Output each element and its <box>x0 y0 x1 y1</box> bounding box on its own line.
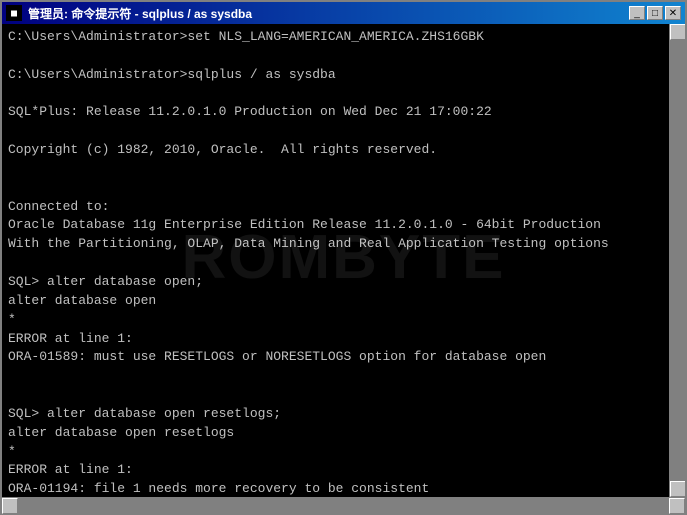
close-button[interactable]: ✕ <box>665 6 681 20</box>
horizontal-scrollbar[interactable]: ◄ ► <box>2 497 685 513</box>
console-line: Copyright (c) 1982, 2010, Oracle. All ri… <box>8 141 679 160</box>
console-line: alter database open <box>8 292 679 311</box>
minimize-button[interactable]: _ <box>629 6 645 20</box>
scroll-track-h[interactable] <box>18 498 669 513</box>
scroll-down-button[interactable]: ▼ <box>670 481 685 497</box>
console-area[interactable]: ROMBYTE C:\Users\Administrator>set NLS_L… <box>2 24 685 497</box>
console-line <box>8 47 679 66</box>
console-line: SQL> alter database open resetlogs; <box>8 405 679 424</box>
console-line: * <box>8 311 679 330</box>
window-title: 管理员: 命令提示符 - sqlplus / as sysdba <box>28 5 252 22</box>
console-line: C:\Users\Administrator>sqlplus / as sysd… <box>8 66 679 85</box>
console-line <box>8 367 679 386</box>
console-line: ERROR at line 1: <box>8 330 679 349</box>
console-line: SQL*Plus: Release 11.2.0.1.0 Production … <box>8 103 679 122</box>
console-line: SQL> alter database open; <box>8 273 679 292</box>
console-line <box>8 386 679 405</box>
window-icon: ■ <box>6 5 22 21</box>
console-line: Oracle Database 11g Enterprise Edition R… <box>8 216 679 235</box>
scroll-track-v[interactable] <box>670 40 685 481</box>
main-window: ■ 管理员: 命令提示符 - sqlplus / as sysdba _ □ ✕… <box>0 0 687 515</box>
scroll-right-button[interactable]: ► <box>669 498 685 514</box>
title-bar: ■ 管理员: 命令提示符 - sqlplus / as sysdba _ □ ✕ <box>2 2 685 24</box>
console-line: * <box>8 443 679 462</box>
console-line <box>8 122 679 141</box>
console-line: Connected to: <box>8 198 679 217</box>
title-bar-buttons: _ □ ✕ <box>629 6 681 20</box>
bottom-area: ◄ ► <box>2 497 685 513</box>
console-line: ORA-01589: must use RESETLOGS or NORESET… <box>8 348 679 367</box>
vertical-scrollbar[interactable]: ▲ ▼ <box>669 24 685 497</box>
maximize-button[interactable]: □ <box>647 6 663 20</box>
console-output: C:\Users\Administrator>set NLS_LANG=AMER… <box>8 28 679 497</box>
scroll-up-button[interactable]: ▲ <box>670 24 685 40</box>
console-line <box>8 254 679 273</box>
title-bar-left: ■ 管理员: 命令提示符 - sqlplus / as sysdba <box>6 5 252 22</box>
scroll-left-button[interactable]: ◄ <box>2 498 18 514</box>
console-line: alter database open resetlogs <box>8 424 679 443</box>
console-line: ORA-01194: file 1 needs more recovery to… <box>8 480 679 497</box>
console-line <box>8 179 679 198</box>
console-line <box>8 160 679 179</box>
main-content: ROMBYTE C:\Users\Administrator>set NLS_L… <box>2 24 685 497</box>
console-line: C:\Users\Administrator>set NLS_LANG=AMER… <box>8 28 679 47</box>
console-line <box>8 85 679 104</box>
console-line: ERROR at line 1: <box>8 461 679 480</box>
console-line: With the Partitioning, OLAP, Data Mining… <box>8 235 679 254</box>
